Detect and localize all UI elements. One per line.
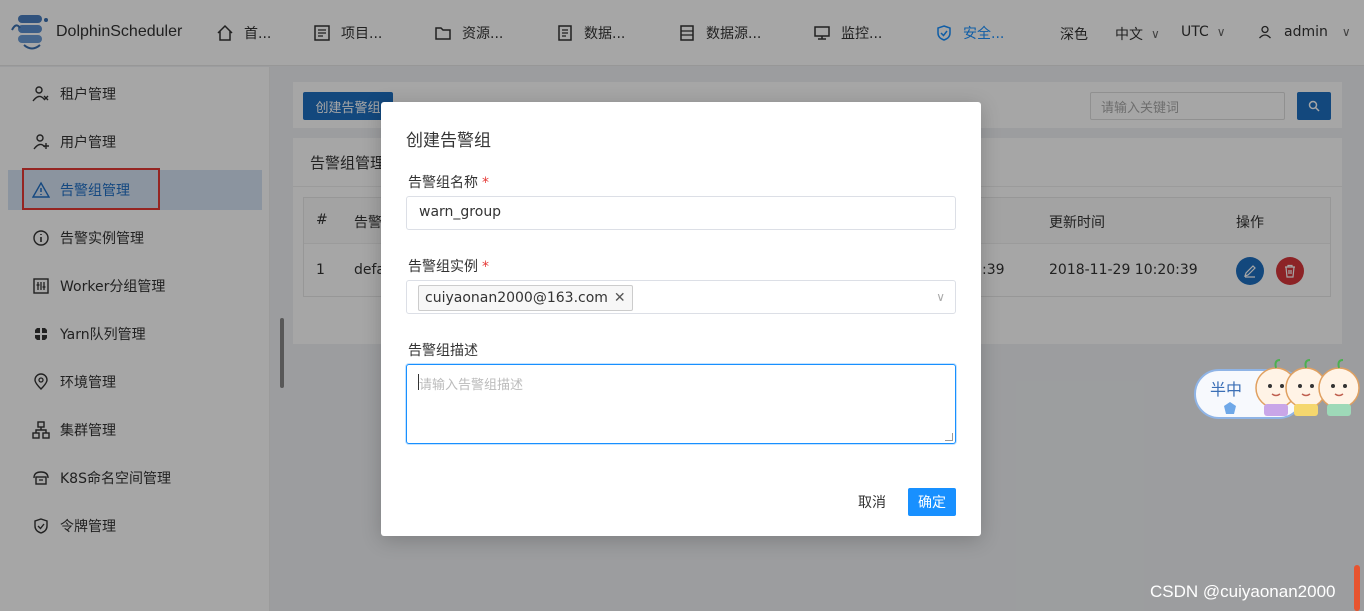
edge-scroll-indicator [1354,565,1360,611]
close-icon[interactable]: ✕ [614,290,626,306]
cancel-button[interactable]: 取消 [850,488,894,516]
name-input-value: warn_group [419,204,502,220]
description-placeholder: 请输入告警组描述 [419,378,524,393]
instance-tag: cuiyaonan2000@163.com ✕ [418,285,633,311]
sticker-text: 半中 [1210,380,1243,399]
instance-field-label: 告警组实例 * [408,256,489,276]
required-mark: * [482,175,489,191]
required-mark: * [482,259,489,275]
alert-group-description-textarea[interactable]: 请输入告警组描述 [406,364,956,444]
name-field-label: 告警组名称 * [408,172,489,192]
create-alert-group-dialog [381,102,981,536]
decorative-sticker: 半中 [1194,358,1364,420]
alert-group-name-input[interactable]: warn_group [406,196,956,230]
chevron-down-icon: ∨ [936,290,945,304]
desc-field-label: 告警组描述 [408,343,478,359]
resize-handle-icon[interactable] [945,433,953,441]
alert-instance-select[interactable]: cuiyaonan2000@163.com ✕ ∨ [406,280,956,314]
dialog-title: 创建告警组 [406,131,491,151]
instance-label-text: 告警组实例 [408,259,478,275]
confirm-button[interactable]: 确定 [908,488,956,516]
name-label-text: 告警组名称 [408,175,478,191]
instance-tag-label: cuiyaonan2000@163.com [425,290,608,306]
watermark: CSDN @cuiyaonan2000 [1150,582,1336,601]
